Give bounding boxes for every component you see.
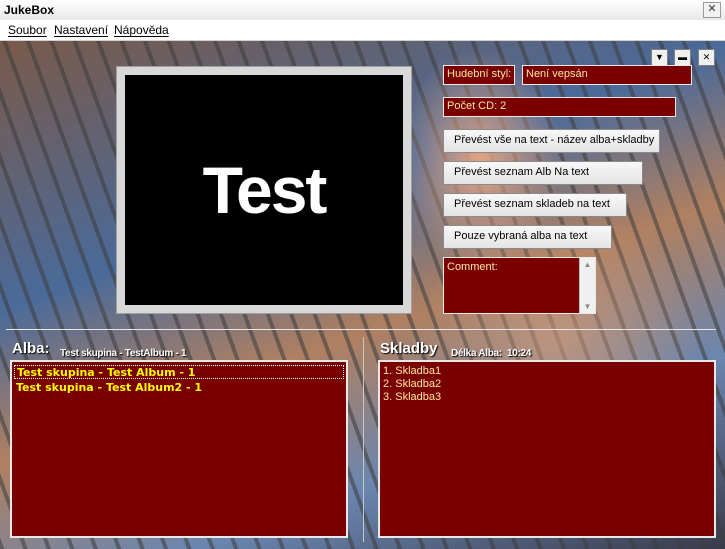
- minimize-button[interactable]: ▬: [674, 49, 691, 66]
- albums-heading: Alba:: [12, 340, 50, 357]
- album-length-label: Délka Alba:: [451, 348, 502, 359]
- album-list-item[interactable]: Test skupina - Test Album - 1: [14, 365, 344, 379]
- close-button[interactable]: ✕: [698, 49, 715, 66]
- comment-scrollbar[interactable]: ▲ ▼: [579, 258, 595, 313]
- main-panel: Test ▼ ▬ ✕ Hudební styl: Není vepsán Poč…: [0, 41, 725, 549]
- album-cover-frame: Test: [116, 66, 412, 314]
- album-cover-image: Test: [125, 75, 403, 305]
- track-list[interactable]: 1. Skladba1 2. Skladba2 3. Skladba3: [378, 360, 716, 538]
- export-albums-button[interactable]: Převést seznam Alb Na text: [443, 161, 643, 185]
- comment-textarea[interactable]: Comment: ▲ ▼: [443, 257, 596, 314]
- scroll-down-icon[interactable]: ▼: [580, 302, 595, 311]
- title-bar: JukeBox ✕: [0, 0, 725, 21]
- track-list-item[interactable]: 1. Skladba1: [383, 365, 441, 377]
- column-divider: [363, 337, 364, 542]
- export-tracks-button[interactable]: Převést seznam skladeb na text: [443, 193, 627, 217]
- album-length-value: 10:24: [507, 348, 532, 359]
- style-label: Hudební styl:: [443, 65, 515, 85]
- current-album: Test skupina - TestAlbum - 1: [60, 348, 187, 359]
- tracks-heading: Skladby: [380, 340, 438, 357]
- window-title: JukeBox: [4, 3, 55, 17]
- track-list-item[interactable]: 2. Skladba2: [383, 378, 441, 390]
- dropdown-button[interactable]: ▼: [651, 49, 668, 66]
- window-close-button[interactable]: ✕: [703, 2, 721, 18]
- cd-count: Počet CD: 2: [443, 97, 676, 117]
- section-divider: [6, 329, 716, 330]
- menu-bar: Soubor Nastavení Nápověda: [0, 20, 725, 41]
- style-value: Není vepsán: [522, 65, 692, 85]
- track-list-item[interactable]: 3. Skladba3: [383, 391, 441, 403]
- menu-nastaveni[interactable]: Nastavení: [54, 23, 108, 37]
- export-all-button[interactable]: Převést vše na text - název alba+skladby: [443, 129, 660, 153]
- menu-napoveda[interactable]: Nápověda: [114, 23, 169, 37]
- album-list[interactable]: Test skupina - Test Album - 1 Test skupi…: [10, 360, 348, 538]
- scroll-up-icon[interactable]: ▲: [580, 260, 595, 269]
- album-list-item[interactable]: Test skupina - Test Album2 - 1: [14, 381, 346, 395]
- comment-text: Comment:: [447, 261, 498, 273]
- menu-soubor[interactable]: Soubor: [8, 23, 47, 37]
- export-selected-button[interactable]: Pouze vybraná alba na text: [443, 225, 612, 249]
- album-cover-text: Test: [202, 153, 328, 227]
